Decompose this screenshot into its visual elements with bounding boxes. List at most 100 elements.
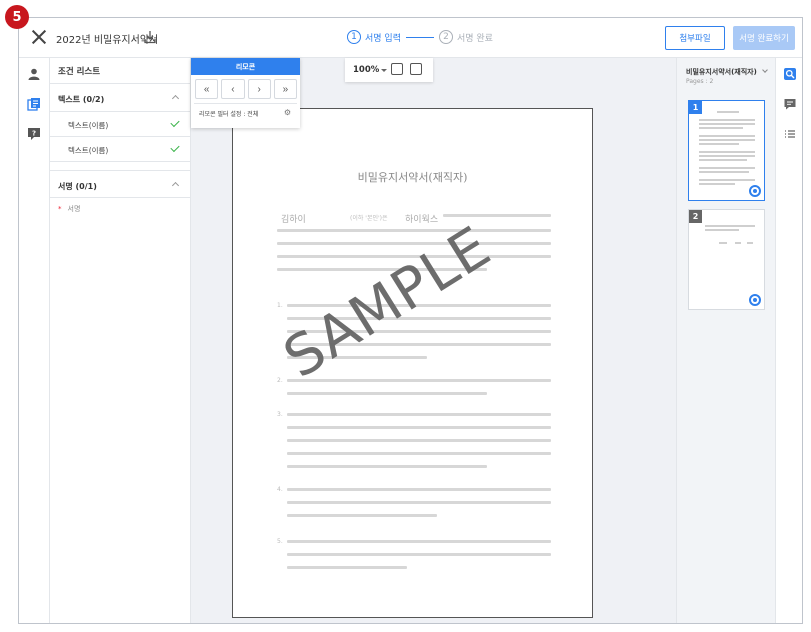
remote-filter-label: 리모콘 필터 설정 : 전체 <box>199 111 259 118</box>
text-line <box>287 566 407 569</box>
text-line <box>287 465 487 468</box>
condition-item[interactable]: 텍스트(이름) <box>50 112 190 137</box>
thumb-line <box>699 159 747 161</box>
document-viewer[interactable]: 리모콘 « ‹ › » 리모콘 필터 설정 : 전체 ⚙ 100% 비밀유지서약… <box>191 58 676 623</box>
step2-label: 서명 완료 <box>456 33 493 44</box>
page-count: Pages : 2 <box>686 78 714 85</box>
thumb-line <box>719 242 727 244</box>
thumb-line <box>747 242 753 244</box>
paragraph-number: 5. <box>277 538 283 545</box>
thumb-line <box>717 111 739 113</box>
step1-label: 서명 입력 <box>365 33 401 44</box>
name-field-hint: (이하 '본인')은 <box>350 215 388 222</box>
condition-list-panel: 조건 리스트 텍스트 (0/2) 텍스트(이름) 텍스트(이름) 서명 (0/1… <box>50 58 191 623</box>
thumb-line <box>699 167 755 169</box>
text-line <box>287 413 551 416</box>
step1-number: 1 <box>347 30 361 44</box>
step-connector <box>405 36 434 38</box>
last-page-button[interactable]: » <box>273 79 297 99</box>
text-section-label: 텍스트 (0/2) <box>58 95 105 104</box>
condition-item-label: 텍스트(이름) <box>68 121 109 130</box>
text-line <box>277 229 551 232</box>
thumb-line <box>699 151 755 153</box>
chevron-up-icon[interactable] <box>171 181 180 190</box>
finish-sign-button[interactable]: 서명 완료하기 <box>733 26 795 50</box>
thumb-line <box>699 123 755 125</box>
paragraph-number: 3. <box>277 411 283 418</box>
text-line <box>287 501 551 504</box>
paragraph-number: 1. <box>277 302 283 309</box>
check-icon <box>170 117 180 128</box>
top-header: 2022년 비밀유지서약서 1 서명 입력 2 서명 완료 첨부파일 서명 완료… <box>19 18 802 58</box>
thumb-line <box>699 143 739 145</box>
thumb-line <box>699 155 755 157</box>
svg-text:?: ? <box>32 130 36 138</box>
thumb-line <box>705 225 755 227</box>
page-thumbnail[interactable]: 2 <box>688 209 765 310</box>
company-field[interactable]: 하이웍스 <box>405 212 438 225</box>
text-line <box>287 488 551 491</box>
left-rail: ? <box>19 58 50 623</box>
download-icon[interactable] <box>143 30 157 44</box>
attachment-button[interactable]: 첨부파일 <box>665 26 725 50</box>
gear-icon[interactable]: ⚙ <box>284 108 291 117</box>
remote-control: 리모콘 « ‹ › » 리모콘 필터 설정 : 전체 ⚙ <box>191 58 300 128</box>
chevron-up-icon[interactable] <box>171 94 180 103</box>
user-icon[interactable] <box>27 67 41 81</box>
condition-item[interactable]: * 서명 <box>50 198 190 220</box>
remote-filter-setting[interactable]: 리모콘 필터 설정 : 전체 ⚙ <box>194 103 297 121</box>
fit-width-icon[interactable] <box>391 63 403 75</box>
condition-item-label: 텍스트(이름) <box>68 146 109 155</box>
caret-down-icon[interactable] <box>381 69 387 72</box>
comment-icon[interactable] <box>783 97 797 111</box>
thumb-line <box>699 139 755 141</box>
required-mark: * <box>58 205 62 213</box>
text-section-header[interactable]: 텍스트 (0/2) <box>50 84 190 112</box>
step2-number: 2 <box>438 30 453 44</box>
condition-list-title: 조건 리스트 <box>50 58 190 84</box>
page-search-icon[interactable] <box>783 67 797 81</box>
text-line <box>277 242 551 245</box>
help-icon[interactable]: ? <box>27 127 41 141</box>
list-icon[interactable] <box>783 127 797 141</box>
signature-marker-icon <box>749 185 761 197</box>
thumb-line <box>699 127 743 129</box>
condition-item[interactable]: 텍스트(이름) <box>50 137 190 162</box>
remote-title: 리모콘 <box>191 58 300 75</box>
zoom-toolbar: 100% <box>345 58 433 82</box>
text-line <box>287 439 551 442</box>
first-page-button[interactable]: « <box>195 79 219 99</box>
text-line <box>287 540 551 543</box>
fit-page-icon[interactable] <box>410 63 422 75</box>
step-indicator: 1 서명 입력 2 서명 완료 <box>347 30 493 44</box>
thumb-line <box>705 229 739 231</box>
close-icon[interactable] <box>31 29 47 45</box>
text-line <box>287 426 551 429</box>
remote-nav: « ‹ › » <box>191 75 300 99</box>
next-field-button[interactable]: › <box>247 79 271 99</box>
sign-section-header[interactable]: 서명 (0/1) <box>50 170 190 198</box>
thumbnail-page-number: 1 <box>689 101 702 114</box>
thumbnails-doc-title: 비밀유지서약서(재직자) <box>686 68 757 76</box>
check-icon <box>170 142 180 153</box>
zoom-level[interactable]: 100% <box>353 65 379 75</box>
right-rail <box>776 58 802 623</box>
name-field[interactable]: 김하이 <box>281 212 306 225</box>
thumbnail-page-number: 2 <box>689 210 702 223</box>
text-line <box>443 214 551 217</box>
signature-marker-icon <box>749 294 761 306</box>
thumb-line <box>735 242 741 244</box>
text-line <box>287 553 551 556</box>
text-line <box>287 379 551 382</box>
prev-field-button[interactable]: ‹ <box>221 79 245 99</box>
thumb-line <box>699 135 755 137</box>
thumb-line <box>699 119 755 121</box>
documents-icon[interactable] <box>27 97 41 111</box>
text-line <box>287 514 437 517</box>
page-thumbnail[interactable]: 1 <box>688 100 765 201</box>
paragraph-number: 2. <box>277 377 283 384</box>
chevron-down-icon[interactable] <box>762 67 768 73</box>
thumb-line <box>699 183 735 185</box>
condition-item-label: 서명 <box>67 205 81 213</box>
